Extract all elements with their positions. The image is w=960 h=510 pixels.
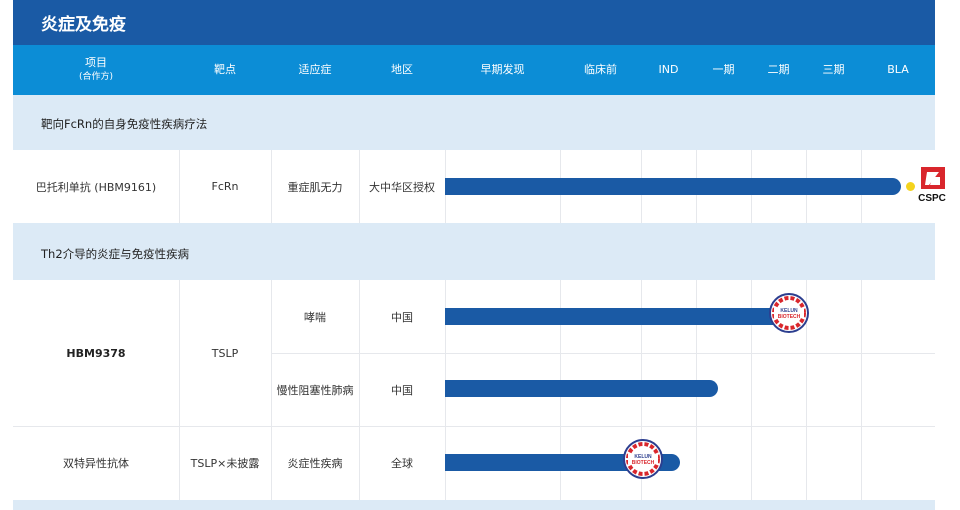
row-region: 中国: [391, 310, 413, 324]
header-stage-bla: BLA: [887, 63, 909, 76]
row-region: 中国: [391, 383, 413, 397]
cspc-logo-text: CSPC: [918, 193, 946, 204]
header-region: 地区: [391, 63, 413, 76]
grid-line: [861, 280, 862, 500]
header-project: 项目 (合作方): [13, 45, 179, 95]
bar-hbm9161-myasthenia: [445, 178, 901, 195]
pipeline-panel: 炎症及免疫 项目 (合作方) 靶点 适应症 地区 早期发现 临床前 IND 一期…: [13, 0, 946, 510]
header-project-label: 项目: [85, 56, 107, 69]
bar-hbm9378-copd: [445, 380, 718, 397]
grid-line: [359, 280, 360, 500]
hutchmed-logo: KELUN BIOTECH: [769, 293, 809, 333]
title-bar: 炎症及免疫: [13, 0, 935, 45]
header-stage-ind: IND: [658, 63, 679, 76]
svg-text:BIOTECH: BIOTECH: [778, 314, 801, 320]
bar-hbm9378-asthma: [445, 308, 790, 325]
section-th2-label: Th2介导的炎症与免疫性疾病: [41, 247, 190, 261]
table-header: 项目 (合作方) 靶点 适应症 地区 早期发现 临床前 IND 一期 二期 三期…: [13, 45, 935, 95]
grid-line: [271, 280, 272, 500]
row-project-hbm9378: HBM9378: [66, 346, 126, 360]
row-target: TSLP×未披露: [190, 457, 260, 470]
row-project-bispecific: 双特异性抗体: [63, 457, 129, 470]
header-stage-phase1: 一期: [712, 63, 735, 76]
grid-line: [271, 353, 935, 354]
grid-line: [13, 426, 935, 427]
row-project-hbm9161: 巴托利单抗 (HBM9161): [35, 180, 157, 194]
header-stage-discovery: 早期发现: [480, 63, 525, 76]
row-indication: 重症肌无力: [287, 180, 343, 194]
header-partner-label: (合作方): [78, 72, 114, 82]
row-region: 全球: [391, 457, 413, 470]
section-th2: Th2介导的炎症与免疫性疾病: [13, 223, 935, 280]
cspc-logo: CSPC: [918, 167, 946, 204]
row-indication: 哮喘: [304, 310, 326, 324]
header-stage-phase3: 三期: [822, 63, 845, 76]
row-region: 大中华区授权: [369, 180, 435, 194]
row-indication: 慢性阻塞性肺病: [276, 383, 354, 397]
section-fcrn: 靶向FcRn的自身免疫性疾病疗法: [13, 95, 935, 150]
row-target: FcRn: [211, 180, 239, 193]
grid-line: [271, 150, 272, 223]
row-target: TSLP: [211, 346, 239, 360]
header-target: 靶点: [214, 63, 236, 76]
grid-line: [359, 150, 360, 223]
svg-text:BIOTECH: BIOTECH: [632, 460, 655, 466]
header-stage-phase2: 二期: [767, 63, 790, 76]
hutchmed-logo: KELUN BIOTECH: [623, 439, 663, 479]
grid-line: [179, 280, 180, 500]
header-stage-preclinical: 临床前: [584, 63, 617, 76]
section-fcrn-label: 靶向FcRn的自身免疫性疾病疗法: [41, 117, 208, 131]
header-indication: 适应症: [298, 63, 332, 76]
grid-line: [179, 150, 180, 223]
row-indication: 炎症性疾病: [287, 457, 343, 470]
page-title: 炎症及免疫: [41, 15, 126, 35]
next-section-strip: [13, 500, 935, 510]
